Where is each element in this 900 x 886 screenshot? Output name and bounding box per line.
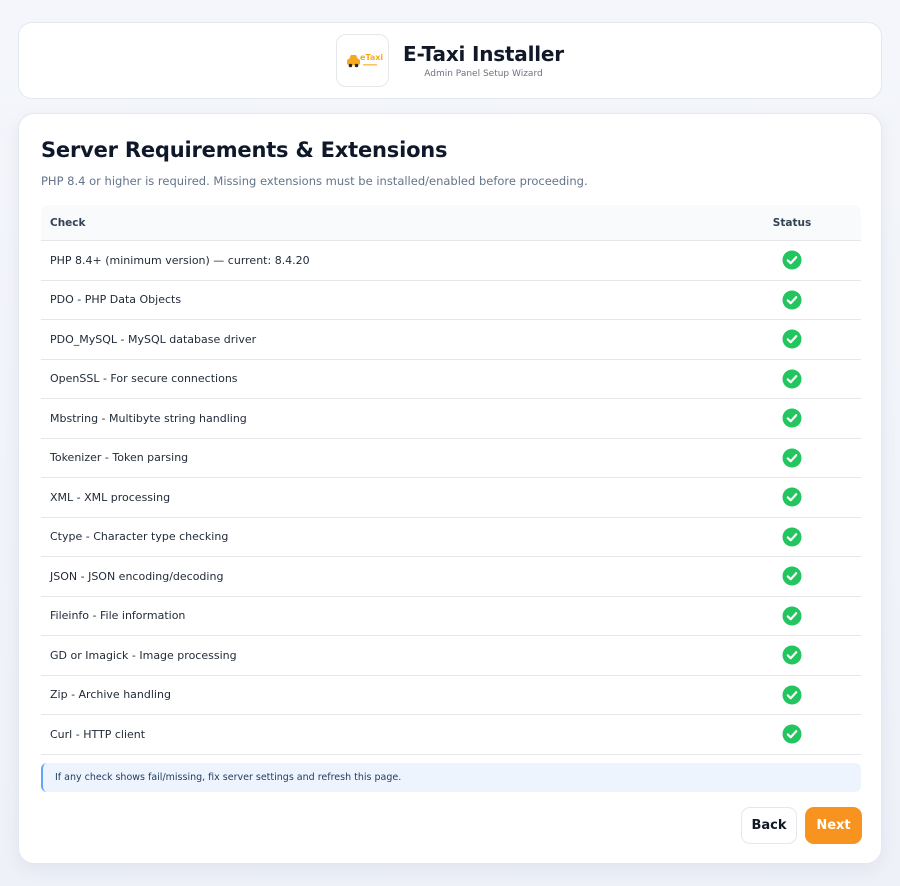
page-description: PHP 8.4 or higher is required. Missing e… [41, 174, 588, 188]
check-circle-icon [782, 685, 802, 705]
requirements-table-body: PHP 8.4+ (minimum version) — current: 8.… [41, 240, 861, 755]
table-row: OpenSSL - For secure connections [41, 359, 861, 399]
status-cell [723, 398, 861, 439]
check-circle-icon [782, 645, 802, 665]
taxi-logo-icon: eTaxi [346, 53, 383, 67]
back-button[interactable]: Back [741, 807, 797, 844]
table-row: GD or Imagick - Image processing [41, 635, 861, 676]
requirements-table: Check Status PHP 8.4+ (minimum version) … [41, 205, 861, 755]
app-title: E-Taxi Installer [403, 42, 564, 66]
check-label: XML - XML processing [41, 477, 723, 518]
table-row: PDO - PHP Data Objects [41, 280, 861, 320]
table-row: Curl - HTTP client [41, 714, 861, 755]
status-cell [723, 477, 861, 518]
status-column-header: Status [723, 205, 861, 241]
check-label: Ctype - Character type checking [41, 517, 723, 557]
check-circle-icon [782, 487, 802, 507]
check-circle-icon [782, 566, 802, 586]
check-circle-icon [782, 290, 802, 310]
check-circle-icon [782, 527, 802, 547]
next-button[interactable]: Next [805, 807, 862, 844]
check-circle-icon [782, 408, 802, 428]
brand: E-Taxi Installer Admin Panel Setup Wizar… [403, 42, 564, 79]
check-label: OpenSSL - For secure connections [41, 359, 723, 399]
info-note: If any check shows fail/missing, fix ser… [41, 763, 861, 792]
check-label: Curl - HTTP client [41, 714, 723, 755]
installer-header: eTaxi E-Taxi Installer Admin Panel Setup… [18, 22, 882, 99]
app-subtitle: Admin Panel Setup Wizard [424, 69, 543, 79]
check-circle-icon [782, 606, 802, 626]
check-label: JSON - JSON encoding/decoding [41, 556, 723, 597]
status-cell [723, 280, 861, 320]
status-cell [723, 438, 861, 478]
check-label: PHP 8.4+ (minimum version) — current: 8.… [41, 240, 723, 281]
check-label: Zip - Archive handling [41, 675, 723, 715]
status-cell [723, 359, 861, 399]
check-label: PDO_MySQL - MySQL database driver [41, 319, 723, 360]
check-column-header: Check [41, 205, 723, 241]
table-row: PHP 8.4+ (minimum version) — current: 8.… [41, 240, 861, 281]
status-cell [723, 517, 861, 557]
status-cell [723, 556, 861, 597]
check-label: Fileinfo - File information [41, 596, 723, 636]
check-label: GD or Imagick - Image processing [41, 635, 723, 676]
status-cell [723, 635, 861, 676]
status-cell [723, 240, 861, 281]
table-row: Zip - Archive handling [41, 675, 861, 715]
table-row: XML - XML processing [41, 477, 861, 518]
app-logo: eTaxi [336, 34, 390, 87]
check-circle-icon [782, 369, 802, 389]
status-cell [723, 675, 861, 715]
table-row: PDO_MySQL - MySQL database driver [41, 319, 861, 360]
status-cell [723, 596, 861, 636]
table-row: Tokenizer - Token parsing [41, 438, 861, 478]
check-circle-icon [782, 724, 802, 744]
page-title: Server Requirements & Extensions [41, 138, 448, 162]
check-circle-icon [782, 250, 802, 270]
status-cell [723, 714, 861, 755]
check-circle-icon [782, 329, 802, 349]
table-row: Mbstring - Multibyte string handling [41, 398, 861, 439]
status-cell [723, 319, 861, 360]
check-label: PDO - PHP Data Objects [41, 280, 723, 320]
table-row: JSON - JSON encoding/decoding [41, 556, 861, 597]
logo-text: eTaxi [360, 53, 383, 62]
table-row: Fileinfo - File information [41, 596, 861, 636]
table-header-row: Check Status [41, 205, 861, 241]
requirements-card: Server Requirements & Extensions PHP 8.4… [18, 113, 882, 864]
check-circle-icon [782, 448, 802, 468]
check-label: Tokenizer - Token parsing [41, 438, 723, 478]
table-row: Ctype - Character type checking [41, 517, 861, 557]
check-label: Mbstring - Multibyte string handling [41, 398, 723, 439]
